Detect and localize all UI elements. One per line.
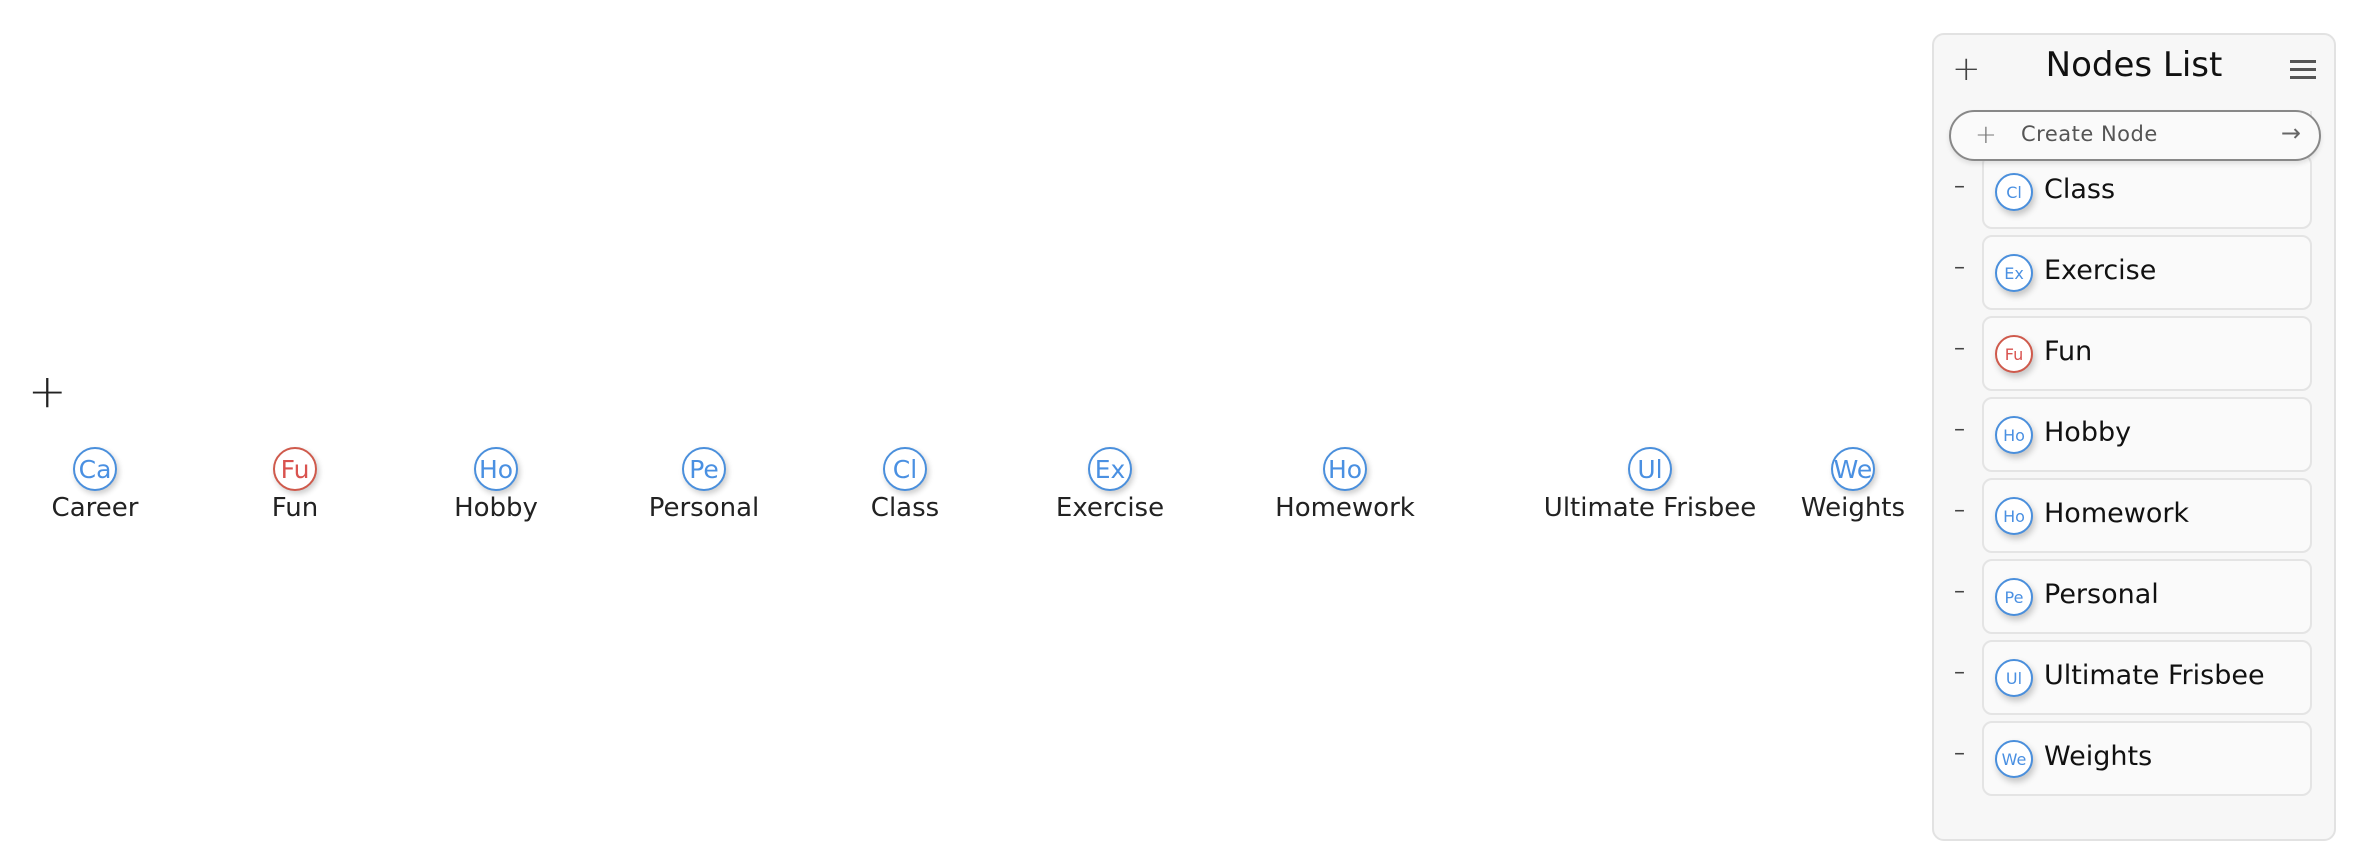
node-label: Homework xyxy=(1275,493,1415,523)
add-node-canvas-button[interactable]: + xyxy=(28,368,67,414)
node-circle[interactable]: Cl xyxy=(883,447,927,491)
node-circle[interactable]: Fu xyxy=(273,447,317,491)
node-circle[interactable]: Ul xyxy=(1628,447,1672,491)
node-icon: Ho xyxy=(1995,416,2033,454)
node-card[interactable]: Ho Homework xyxy=(1982,478,2312,553)
list-item: – Cl Class xyxy=(1934,154,2334,229)
node-card[interactable]: Cl Class xyxy=(1982,154,2312,229)
list-item: – Ho Homework xyxy=(1934,478,2334,553)
create-node-label: Create Node xyxy=(2021,122,2158,146)
node-label: Exercise xyxy=(1055,493,1165,523)
node-card-label: Fun xyxy=(2044,336,2093,367)
remove-node-button[interactable]: – xyxy=(1954,741,1965,766)
node-icon: Fu xyxy=(1995,335,2033,373)
graph-node[interactable]: Ex Exercise xyxy=(980,447,1240,523)
menu-icon[interactable] xyxy=(2290,60,2316,84)
node-icon: Pe xyxy=(1995,578,2033,616)
node-card-label: Ultimate Frisbee xyxy=(2044,660,2265,691)
arrow-right-icon: → xyxy=(2280,119,2301,147)
remove-node-button[interactable]: – xyxy=(1954,417,1965,442)
remove-node-button[interactable]: – xyxy=(1954,174,1965,199)
node-circle[interactable]: Ho xyxy=(1323,447,1367,491)
create-node-button[interactable]: + Create Node → xyxy=(1949,110,2321,161)
node-card[interactable]: Ex Exercise xyxy=(1982,235,2312,310)
list-item: – Pe Personal xyxy=(1934,559,2334,634)
node-card-label: Homework xyxy=(2044,498,2190,529)
node-card-label: Personal xyxy=(2044,579,2159,610)
list-item: – Ho Hobby xyxy=(1934,397,2334,472)
remove-node-button[interactable]: – xyxy=(1954,579,1965,604)
node-card[interactable]: Ul Ultimate Frisbee xyxy=(1982,640,2312,715)
node-card[interactable]: Pe Personal xyxy=(1982,559,2312,634)
node-icon: Ex xyxy=(1995,254,2033,292)
list-item: – We Weights xyxy=(1934,721,2334,796)
list-item: – Ex Exercise xyxy=(1934,235,2334,310)
node-card-label: Class xyxy=(2044,174,2116,205)
node-circle[interactable]: Ho xyxy=(474,447,518,491)
remove-node-button[interactable]: – xyxy=(1954,255,1965,280)
node-icon: Ho xyxy=(1995,497,2033,535)
remove-node-button[interactable]: – xyxy=(1954,660,1965,685)
node-icon: Cl xyxy=(1995,173,2033,211)
nodes-list-panel: + Nodes List + Create Node → –CaCareer–C… xyxy=(1932,33,2336,841)
node-icon: We xyxy=(1995,740,2033,778)
node-card-label: Weights xyxy=(2044,741,2153,772)
list-item: – Fu Fun xyxy=(1934,316,2334,391)
node-circle[interactable]: Pe xyxy=(682,447,726,491)
plus-icon: + xyxy=(1975,120,1997,150)
node-circle[interactable]: Ca xyxy=(73,447,117,491)
node-card[interactable]: Fu Fun xyxy=(1982,316,2312,391)
node-card[interactable]: We Weights xyxy=(1982,721,2312,796)
remove-node-button[interactable]: – xyxy=(1954,498,1965,523)
remove-node-button[interactable]: – xyxy=(1954,336,1965,361)
list-item: – Ul Ultimate Frisbee xyxy=(1934,640,2334,715)
node-card-label: Exercise xyxy=(2044,255,2157,286)
node-card[interactable]: Ho Hobby xyxy=(1982,397,2312,472)
node-icon: Ul xyxy=(1995,659,2033,697)
nodes-list[interactable]: –CaCareer–ClClass–ExExercise–FuFun–HoHob… xyxy=(1934,111,2334,839)
node-circle[interactable]: We xyxy=(1831,447,1875,491)
node-card-label: Hobby xyxy=(2044,417,2132,448)
graph-node[interactable]: Ho Homework xyxy=(1215,447,1475,523)
panel-title: Nodes List xyxy=(2045,45,2223,85)
node-circle[interactable]: Ex xyxy=(1088,447,1132,491)
